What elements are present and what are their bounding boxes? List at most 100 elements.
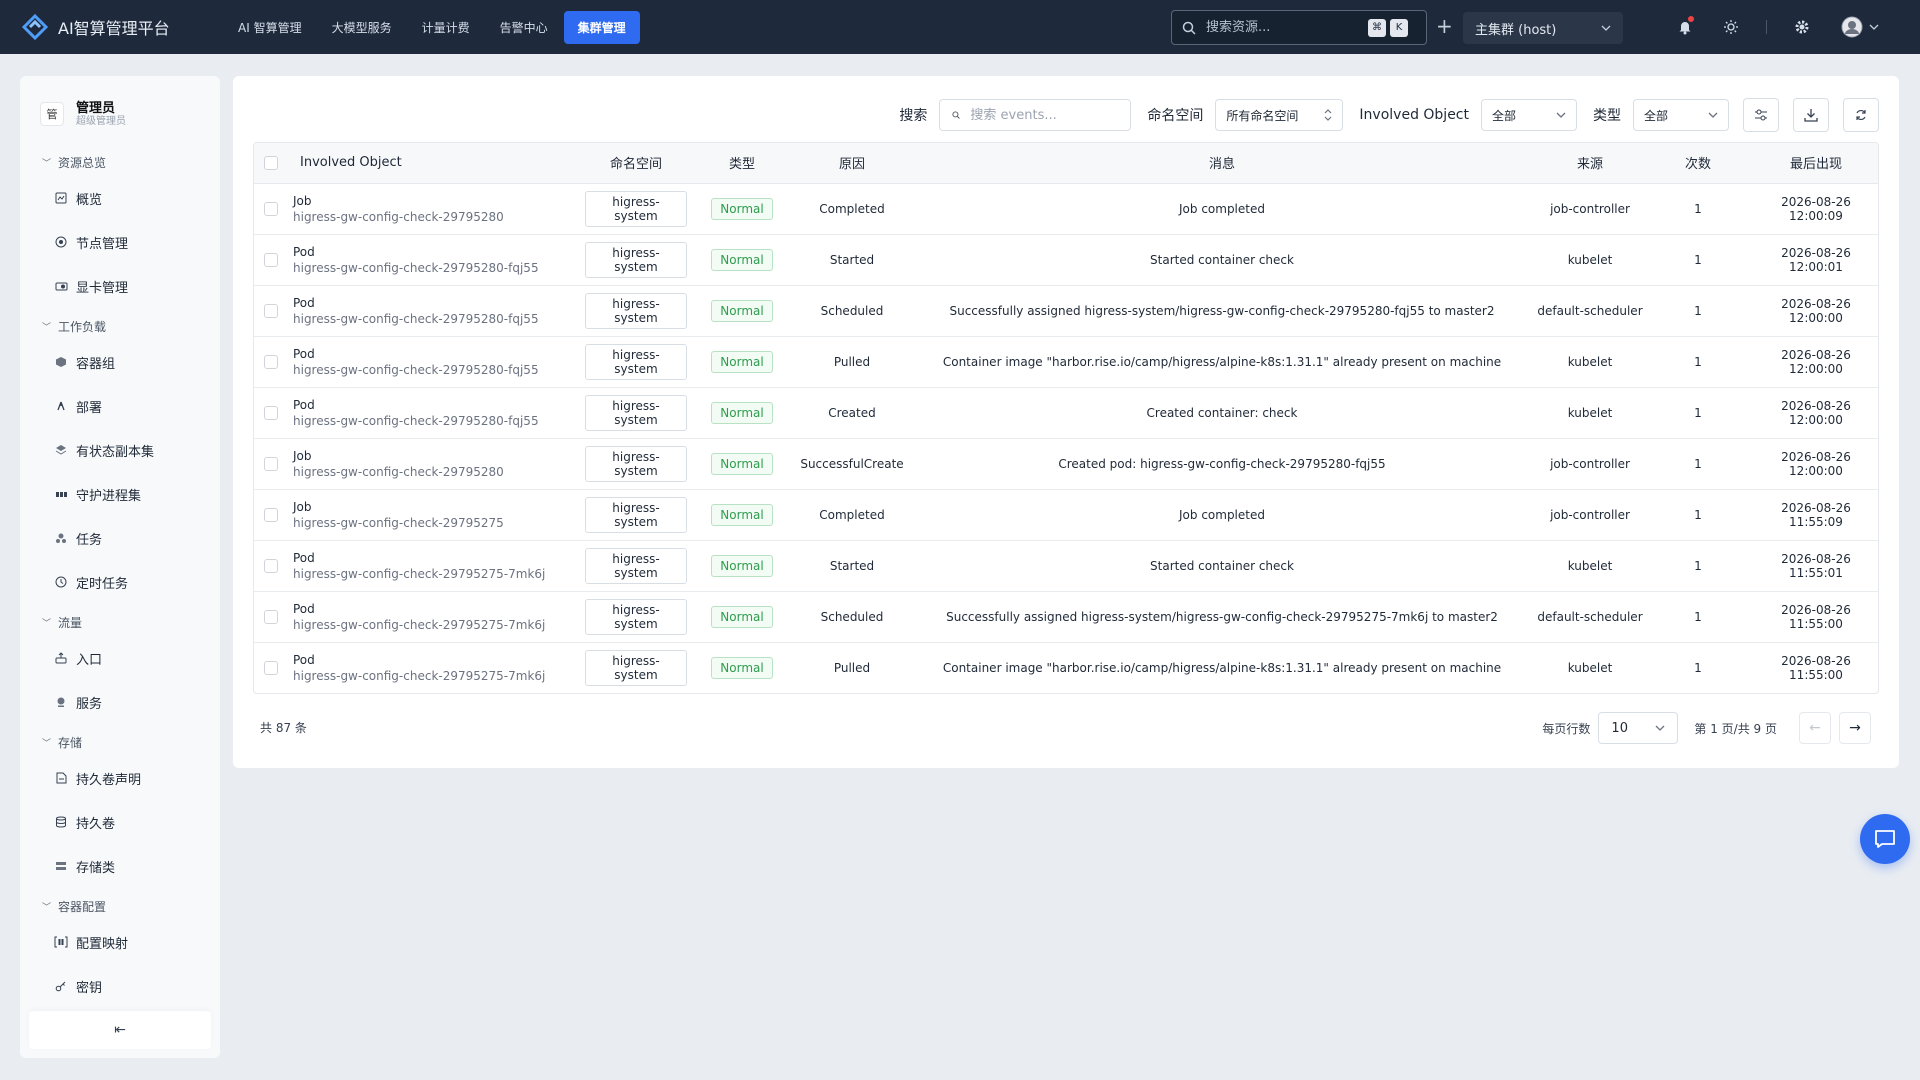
table-row[interactable]: Pod higress-gw-config-check-29795280-fqj5… — [254, 387, 1878, 439]
column-settings-button[interactable] — [1743, 98, 1779, 132]
global-search[interactable]: ⌘ K — [1171, 10, 1427, 45]
sidebar-item-storageclass[interactable]: 存储类 — [20, 844, 220, 888]
table-row[interactable]: Pod higress-gw-config-check-29795280-fqj5… — [254, 234, 1878, 286]
object-kind: Job — [293, 448, 312, 463]
sidebar-item-secrets[interactable]: 密钥 — [20, 964, 220, 1008]
type-select[interactable]: 全部 — [1633, 99, 1729, 131]
global-search-input[interactable] — [1204, 19, 1364, 36]
object-name[interactable]: higress-gw-config-check-29795275-7mk6j — [293, 617, 583, 633]
col-type[interactable]: 类型 — [688, 143, 796, 184]
sidebar-item-pvc[interactable]: 持久卷声明 — [20, 756, 220, 800]
involved-object-select-value: 全部 — [1492, 108, 1517, 123]
cluster-select[interactable]: 主集群 (host) — [1463, 12, 1623, 44]
object-name[interactable]: higress-gw-config-check-29795280 — [293, 464, 583, 480]
namespace-tag: higress-system — [585, 190, 687, 227]
object-name[interactable]: higress-gw-config-check-29795280-fqj55 — [293, 362, 583, 378]
row-checkbox[interactable] — [264, 303, 278, 318]
sidebar-item-cronjobs[interactable]: 定时任务 — [20, 560, 220, 604]
sidebar-item-services[interactable]: 服务 — [20, 680, 220, 724]
row-checkbox[interactable] — [264, 252, 278, 267]
row-checkbox[interactable] — [264, 507, 278, 522]
row-checkbox[interactable] — [264, 558, 278, 573]
sidebar-group-traffic[interactable]: ﹀ 流量 — [20, 608, 220, 636]
sidebar-item-ingress[interactable]: 入口 — [20, 636, 220, 680]
sidebar-item-overview[interactable]: 概览 — [20, 176, 220, 220]
row-checkbox[interactable] — [264, 660, 278, 675]
brand[interactable]: AI智算管理平台 — [20, 12, 210, 42]
object-name[interactable]: higress-gw-config-check-29795275-7mk6j — [293, 668, 583, 684]
count-cell: 1 — [1644, 540, 1752, 592]
col-message[interactable]: 消息 — [908, 143, 1536, 184]
avatar: 管 — [40, 102, 64, 126]
sidebar-item-deployments[interactable]: 部署 — [20, 384, 220, 428]
events-search[interactable] — [939, 99, 1132, 131]
sun-icon[interactable] — [1721, 17, 1741, 37]
table-row[interactable]: Job higress-gw-config-check-29795275 higr… — [254, 489, 1878, 541]
col-involved-object[interactable]: Involved Object — [288, 143, 584, 184]
row-checkbox[interactable] — [264, 609, 278, 624]
search-label: 搜索 — [899, 108, 928, 124]
sidebar-item-gpus[interactable]: 显卡管理 — [20, 264, 220, 308]
row-checkbox[interactable] — [264, 456, 278, 471]
col-last-seen[interactable]: 最后出现 — [1752, 143, 1878, 184]
col-source[interactable]: 来源 — [1536, 143, 1644, 184]
sidebar-item-nodes[interactable]: 节点管理 — [20, 220, 220, 264]
reason-cell: Pulled — [796, 336, 908, 388]
nav-alerts[interactable]: 告警中心 — [486, 11, 562, 44]
select-all-checkbox[interactable] — [264, 155, 278, 170]
row-checkbox[interactable] — [264, 354, 278, 369]
table-row[interactable]: Pod higress-gw-config-check-29795275-7mk6… — [254, 591, 1878, 643]
sidebar-group-storage[interactable]: ﹀ 存储 — [20, 728, 220, 756]
col-namespace[interactable]: 命名空间 — [584, 143, 688, 184]
object-name[interactable]: higress-gw-config-check-29795280 — [293, 209, 583, 225]
sidebar-item-daemonsets[interactable]: 守护进程集 — [20, 472, 220, 516]
col-reason[interactable]: 原因 — [796, 143, 908, 184]
namespace-tag: higress-system — [585, 547, 687, 584]
sidebar-group-workloads[interactable]: ﹀ 工作负载 — [20, 312, 220, 340]
table-row[interactable]: Job higress-gw-config-check-29795280 higr… — [254, 438, 1878, 490]
source-cell: kubelet — [1536, 540, 1644, 592]
involved-object-select[interactable]: 全部 — [1481, 99, 1577, 131]
sidebar-item-configmaps[interactable]: 配置映射 — [20, 920, 220, 964]
download-button[interactable] — [1793, 98, 1829, 132]
row-checkbox[interactable] — [264, 405, 278, 420]
row-checkbox[interactable] — [264, 201, 278, 216]
next-page-button[interactable]: → — [1839, 712, 1871, 744]
collapse-sidebar-button[interactable]: ⇤ — [29, 1011, 211, 1049]
object-name[interactable]: higress-gw-config-check-29795280-fqj55 — [293, 413, 583, 429]
sidebar-item-pv[interactable]: 持久卷 — [20, 800, 220, 844]
nav-cluster-management[interactable]: 集群管理 — [563, 10, 640, 44]
namespace-select[interactable]: 所有命名空间 — [1215, 99, 1344, 131]
table-row[interactable]: Job higress-gw-config-check-29795280 higr… — [254, 183, 1878, 235]
refresh-button[interactable] — [1843, 98, 1879, 132]
table-row[interactable]: Pod higress-gw-config-check-29795280-fqj5… — [254, 285, 1878, 337]
nav-llm-service[interactable]: 大模型服务 — [318, 11, 406, 44]
user-menu[interactable] — [1840, 16, 1880, 38]
configmap-icon — [54, 935, 68, 949]
nav-ai-compute[interactable]: AI 智算管理 — [224, 11, 316, 44]
nav-billing[interactable]: 计量计费 — [408, 11, 484, 44]
object-name[interactable]: higress-gw-config-check-29795280-fqj55 — [293, 311, 583, 327]
sidebar-group-resources[interactable]: ﹀ 资源总览 — [20, 148, 220, 176]
count-cell: 1 — [1644, 591, 1752, 643]
key-icon — [54, 979, 68, 993]
sidebar-group-config[interactable]: ﹀ 容器配置 — [20, 892, 220, 920]
status-badge: Normal — [711, 350, 773, 373]
object-name[interactable]: higress-gw-config-check-29795280-fqj55 — [293, 260, 583, 276]
sidebar-item-jobs[interactable]: 任务 — [20, 516, 220, 560]
add-icon[interactable]: + — [1436, 16, 1453, 36]
sidebar-item-pods[interactable]: 容器组 — [20, 340, 220, 384]
chat-button[interactable] — [1860, 814, 1910, 864]
table-row[interactable]: Pod higress-gw-config-check-29795275-7mk6… — [254, 540, 1878, 592]
object-name[interactable]: higress-gw-config-check-29795275-7mk6j — [293, 566, 583, 582]
col-count[interactable]: 次数 — [1644, 143, 1752, 184]
events-search-input[interactable] — [968, 106, 1119, 124]
object-name[interactable]: higress-gw-config-check-29795275 — [293, 515, 583, 531]
bell-icon[interactable] — [1675, 16, 1695, 37]
table-row[interactable]: Pod higress-gw-config-check-29795275-7mk6… — [254, 642, 1878, 693]
gear-icon[interactable] — [1792, 17, 1812, 37]
table-row[interactable]: Pod higress-gw-config-check-29795280-fqj5… — [254, 336, 1878, 388]
prev-page-button[interactable]: ← — [1799, 712, 1831, 744]
sidebar-item-statefulsets[interactable]: 有状态副本集 — [20, 428, 220, 472]
page-size-select[interactable]: 10 — [1598, 712, 1679, 744]
